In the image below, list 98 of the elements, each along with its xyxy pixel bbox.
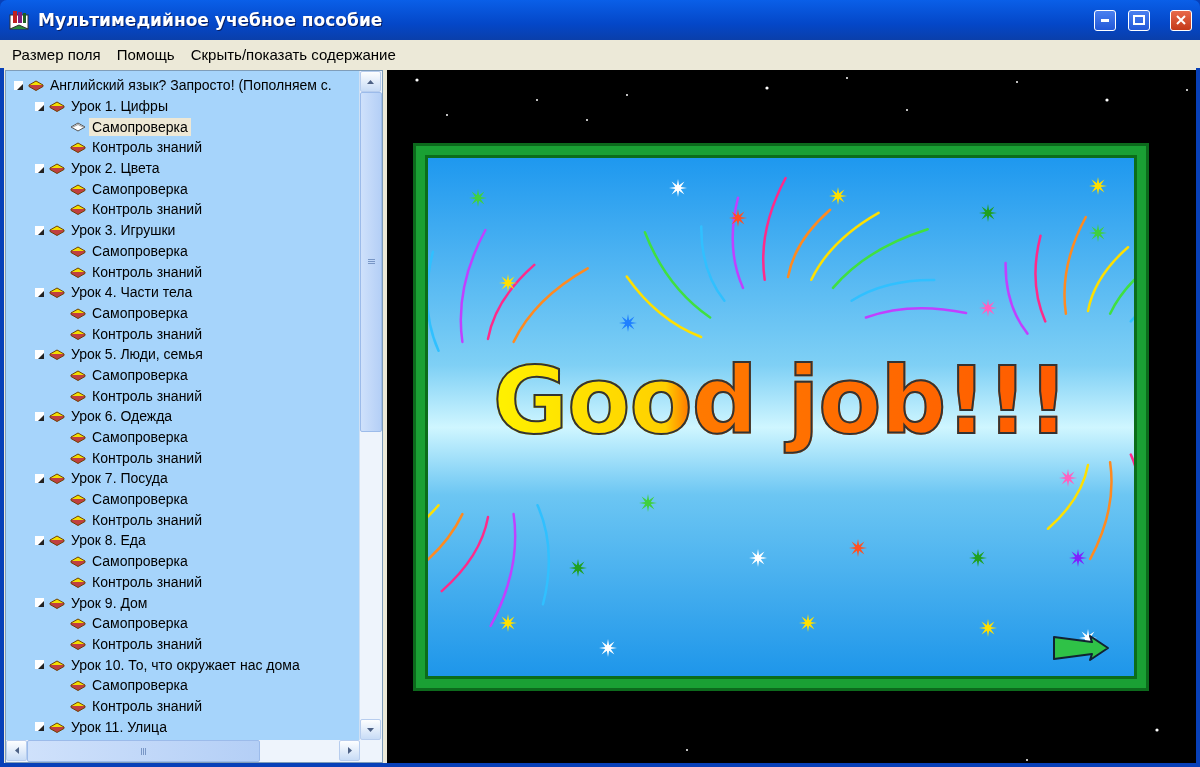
tree-item[interactable]: Урок 7. Посуда	[68, 469, 171, 488]
tree-item[interactable]: Самопроверка	[89, 676, 191, 695]
tree-item[interactable]: Урок 8. Еда	[68, 531, 149, 550]
book-icon	[70, 141, 86, 154]
tree-item[interactable]: Контроль знаний	[89, 324, 205, 343]
up-arrow-icon	[367, 79, 374, 84]
menu-item[interactable]: Скрыть/показать содержание	[190, 45, 396, 63]
expander-icon[interactable]	[35, 598, 44, 608]
tree-item[interactable]: Самопроверка	[89, 179, 191, 198]
scrollbar-thumb[interactable]	[27, 740, 260, 762]
book-icon	[49, 286, 65, 299]
book-icon	[49, 224, 65, 237]
book-icon	[70, 679, 86, 692]
book-icon	[49, 410, 65, 423]
right-arrow-icon	[347, 747, 352, 754]
down-arrow-icon	[367, 727, 374, 732]
tree-item[interactable]: Английский язык? Запросто! (Пополняем с.	[47, 76, 335, 95]
book-icon	[70, 637, 86, 650]
expander-icon[interactable]	[35, 287, 44, 297]
book-icon	[28, 79, 44, 92]
expander-icon[interactable]	[35, 535, 44, 545]
maximize-icon	[1133, 15, 1145, 25]
book-icon	[49, 472, 65, 485]
book-icon	[49, 720, 65, 733]
book-icon	[49, 100, 65, 113]
tree-item[interactable]: Урок 5. Люди, семья	[68, 345, 206, 364]
expander-icon[interactable]	[35, 660, 44, 670]
expander-icon[interactable]	[35, 349, 44, 359]
tree-item[interactable]: Контроль знаний	[89, 696, 205, 715]
scroll-right-button[interactable]	[339, 740, 360, 761]
tree-item[interactable]: Урок 10. То, что окружает нас дома	[68, 655, 303, 674]
tree-item[interactable]: Самопроверка	[89, 365, 191, 384]
scroll-left-button[interactable]	[6, 740, 27, 761]
tree-item[interactable]: Урок 11. Улица	[68, 717, 170, 736]
next-arrow-button[interactable]	[1051, 633, 1110, 662]
book-icon	[70, 389, 86, 402]
expander-icon[interactable]	[14, 80, 23, 90]
book-icon	[49, 348, 65, 361]
scroll-up-button[interactable]	[360, 71, 381, 92]
book-icon	[70, 203, 86, 216]
book-icon	[70, 451, 86, 464]
tree-item[interactable]: Самопроверка	[89, 614, 191, 633]
tree-item[interactable]: Контроль знаний	[89, 510, 205, 529]
close-button[interactable]	[1170, 9, 1192, 31]
tree-item[interactable]: Самопроверка	[89, 303, 191, 322]
scroll-down-button[interactable]	[360, 719, 381, 740]
book-icon	[49, 658, 65, 671]
book-icon	[70, 493, 86, 506]
tree-item[interactable]: Контроль знаний	[89, 262, 205, 281]
expander-icon[interactable]	[35, 163, 44, 173]
app-icon	[8, 9, 30, 31]
open-book-icon	[70, 120, 86, 133]
maximize-button[interactable]	[1128, 9, 1150, 31]
expander-icon[interactable]	[35, 473, 44, 483]
expander-icon[interactable]	[35, 101, 44, 111]
tree-item[interactable]: Контроль знаний	[89, 386, 205, 405]
tree-item[interactable]: Урок 6. Одежда	[68, 407, 176, 426]
tree-item[interactable]: Самопроверка	[89, 117, 191, 136]
book-icon	[70, 306, 86, 319]
tree-item[interactable]: Контроль знаний	[89, 448, 205, 467]
tree-item[interactable]: Самопроверка	[89, 428, 191, 447]
book-icon	[70, 513, 86, 526]
tree-item[interactable]: Самопроверка	[89, 241, 191, 260]
close-icon	[1176, 15, 1186, 25]
tree-item[interactable]: Контроль знаний	[89, 138, 205, 157]
book-icon	[70, 555, 86, 568]
tree-item[interactable]: Контроль знаний	[89, 634, 205, 653]
window-title: Мультимедийное учебное пособие	[38, 10, 384, 30]
scrollbar-thumb[interactable]	[360, 92, 382, 432]
book-icon	[49, 162, 65, 175]
menu-item[interactable]: Размер поля	[12, 45, 101, 63]
tree-item[interactable]: Урок 1. Цифры	[68, 97, 171, 116]
tree-item[interactable]: Урок 2. Цвета	[68, 159, 163, 178]
book-icon	[70, 244, 86, 257]
expander-icon[interactable]	[35, 411, 44, 421]
tree-item[interactable]: Урок 3. Игрушки	[68, 221, 179, 240]
tree-item[interactable]: Урок 9. Дом	[68, 593, 151, 612]
tree-item[interactable]: Контроль знаний	[89, 200, 205, 219]
minimize-icon	[1100, 18, 1110, 22]
menu-item[interactable]: Помощь	[116, 45, 175, 63]
book-icon	[70, 699, 86, 712]
book-icon	[70, 182, 86, 195]
book-icon	[70, 327, 86, 340]
tree-item[interactable]: Контроль знаний	[89, 572, 205, 591]
left-arrow-icon	[14, 747, 19, 754]
expander-icon[interactable]	[35, 225, 44, 235]
minimize-button[interactable]	[1094, 9, 1116, 31]
tree-item[interactable]: Самопроверка	[89, 490, 191, 509]
book-icon	[70, 368, 86, 381]
tree-item[interactable]: Самопроверка	[89, 552, 191, 571]
book-icon	[70, 265, 86, 278]
expander-icon[interactable]	[35, 722, 44, 732]
tree-item[interactable]: Урок 4. Части тела	[68, 283, 196, 302]
book-icon	[49, 596, 65, 609]
book-icon	[70, 431, 86, 444]
book-icon	[70, 575, 86, 588]
book-icon	[70, 617, 86, 630]
book-icon	[49, 534, 65, 547]
